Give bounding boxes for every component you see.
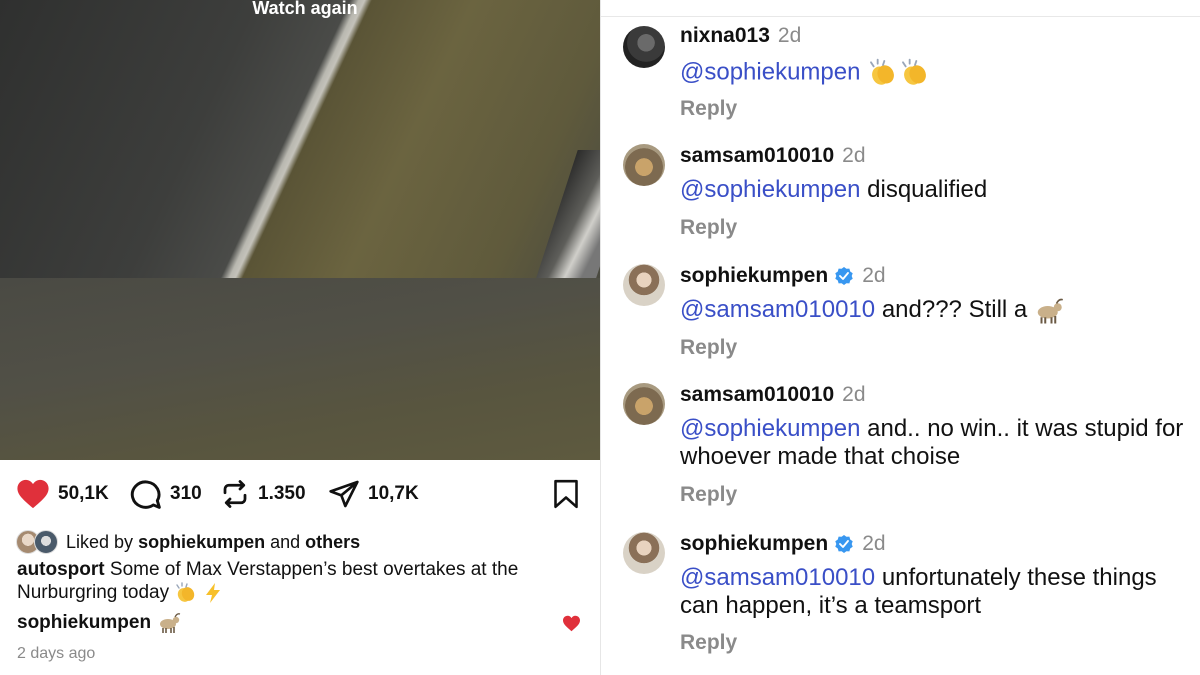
clapping-hands-emoji-icon xyxy=(176,582,195,602)
save-button[interactable] xyxy=(552,476,580,512)
comments-panel: nixna013 2d @sophiekumpen Reply samsam01… xyxy=(600,0,1200,675)
mention-link[interactable]: @sophiekumpen xyxy=(680,415,860,442)
mention-link[interactable]: @sophiekumpen xyxy=(680,176,860,203)
post-panel: Watch again 50,1K 310 1.350 10,7K Liked … xyxy=(0,0,600,675)
avatar[interactable] xyxy=(623,144,665,186)
bookmark-icon xyxy=(554,479,578,509)
repost-count: 1.350 xyxy=(258,483,306,504)
share-button[interactable]: 10,7K xyxy=(328,476,419,512)
reply-button[interactable]: Reply xyxy=(680,97,737,121)
post-caption: autosport Some of Max Verstappen’s best … xyxy=(17,558,577,604)
comment-username[interactable]: sophiekumpen xyxy=(680,264,828,288)
owner-username-link[interactable]: sophiekumpen xyxy=(17,612,151,634)
share-count: 10,7K xyxy=(368,483,419,504)
goat-emoji-icon xyxy=(160,613,181,633)
comment-text: disqualified xyxy=(867,176,988,203)
comment-icon xyxy=(130,480,161,509)
comment-time: 2d xyxy=(862,264,886,287)
clapping-hands-emoji-icon xyxy=(870,58,895,85)
avatar xyxy=(34,530,58,554)
clapping-hands-emoji-icon xyxy=(902,58,927,85)
comment-text: and??? Still a xyxy=(881,296,1028,323)
liked-by-row: Liked by sophiekumpen and others xyxy=(16,530,360,554)
comment-button[interactable]: 310 xyxy=(130,476,202,512)
liked-by-others-link[interactable]: others xyxy=(305,532,360,553)
comment-username[interactable]: sophiekumpen xyxy=(680,532,828,556)
comment-time: 2d xyxy=(862,532,886,555)
like-button[interactable]: 50,1K xyxy=(16,476,109,512)
divider xyxy=(601,0,1200,17)
like-count: 50,1K xyxy=(58,483,109,504)
reply-button[interactable]: Reply xyxy=(680,336,737,360)
comment-time: 2d xyxy=(777,24,802,47)
avatar[interactable] xyxy=(623,264,665,306)
post-timestamp: 2 days ago xyxy=(17,645,96,662)
video-player[interactable]: Watch again xyxy=(0,0,600,460)
caption-author-link[interactable]: autosport xyxy=(17,559,105,580)
watch-again-button[interactable]: Watch again xyxy=(0,0,600,19)
avatar[interactable] xyxy=(623,383,665,425)
avatar[interactable] xyxy=(623,532,665,574)
verified-badge-icon xyxy=(835,535,853,553)
comment-username[interactable]: samsam010010 xyxy=(680,383,834,407)
high-voltage-emoji-icon xyxy=(205,582,220,603)
like-comment-heart-icon[interactable] xyxy=(562,615,581,632)
reply-button[interactable]: Reply xyxy=(680,483,737,507)
repost-icon xyxy=(223,480,247,508)
liked-by-user-link[interactable]: sophiekumpen xyxy=(138,532,265,553)
video-frame-track xyxy=(0,0,600,290)
comment-time: 2d xyxy=(842,144,866,167)
mention-link[interactable]: @samsam010010 xyxy=(680,296,875,323)
share-icon xyxy=(329,480,359,508)
comment-time: 2d xyxy=(842,383,866,406)
reply-button[interactable]: Reply xyxy=(680,631,737,655)
owner-comment: sophiekumpen xyxy=(17,612,181,634)
comment-username[interactable]: samsam010010 xyxy=(680,144,834,168)
avatar[interactable] xyxy=(623,26,665,68)
heart-icon xyxy=(17,479,49,509)
liked-by-avatars[interactable] xyxy=(16,530,62,554)
mention-link[interactable]: @sophiekumpen xyxy=(680,58,860,85)
verified-badge-icon xyxy=(835,267,853,285)
video-frame-blur xyxy=(0,278,600,460)
repost-button[interactable]: 1.350 xyxy=(220,476,306,512)
goat-emoji-icon xyxy=(1037,298,1063,324)
post-action-bar: 50,1K 310 1.350 10,7K xyxy=(16,476,584,512)
reply-button[interactable]: Reply xyxy=(680,216,737,240)
comment-count: 310 xyxy=(170,483,202,504)
mention-link[interactable]: @samsam010010 xyxy=(680,564,875,591)
comment-username[interactable]: nixna013 xyxy=(680,24,770,48)
